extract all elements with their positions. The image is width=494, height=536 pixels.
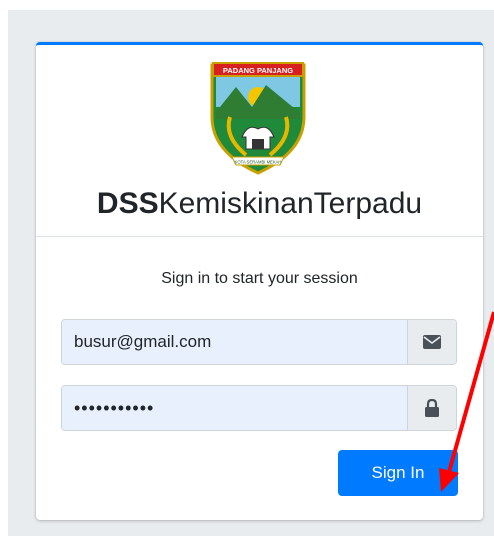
email-addon xyxy=(407,320,456,364)
lock-icon xyxy=(425,399,439,417)
envelope-icon xyxy=(423,335,441,349)
logo-banner-text: PADANG PANJANG xyxy=(223,66,293,75)
password-addon xyxy=(407,386,456,430)
login-card: PADANG PANJANG KOTA SERAMBI MEKAH DSSKem… xyxy=(36,42,483,520)
logo-motto-text: KOTA SERAMBI MEKAH xyxy=(235,160,282,165)
sign-in-button[interactable]: Sign In xyxy=(338,450,458,496)
email-input-group xyxy=(61,319,457,365)
login-box-message: Sign in to start your session xyxy=(161,270,358,287)
brand-bold: DSS xyxy=(96,187,159,220)
card-header: PADANG PANJANG KOTA SERAMBI MEKAH DSSKem… xyxy=(36,45,483,237)
email-input[interactable] xyxy=(62,320,407,364)
app-brand-title: DSSKemiskinanTerpadu xyxy=(36,184,483,224)
password-input[interactable] xyxy=(62,386,407,430)
padang-panjang-logo: PADANG PANJANG KOTA SERAMBI MEKAH xyxy=(210,62,306,175)
brand-rest: KemiskinanTerpadu xyxy=(158,187,423,220)
password-input-group xyxy=(61,385,457,431)
